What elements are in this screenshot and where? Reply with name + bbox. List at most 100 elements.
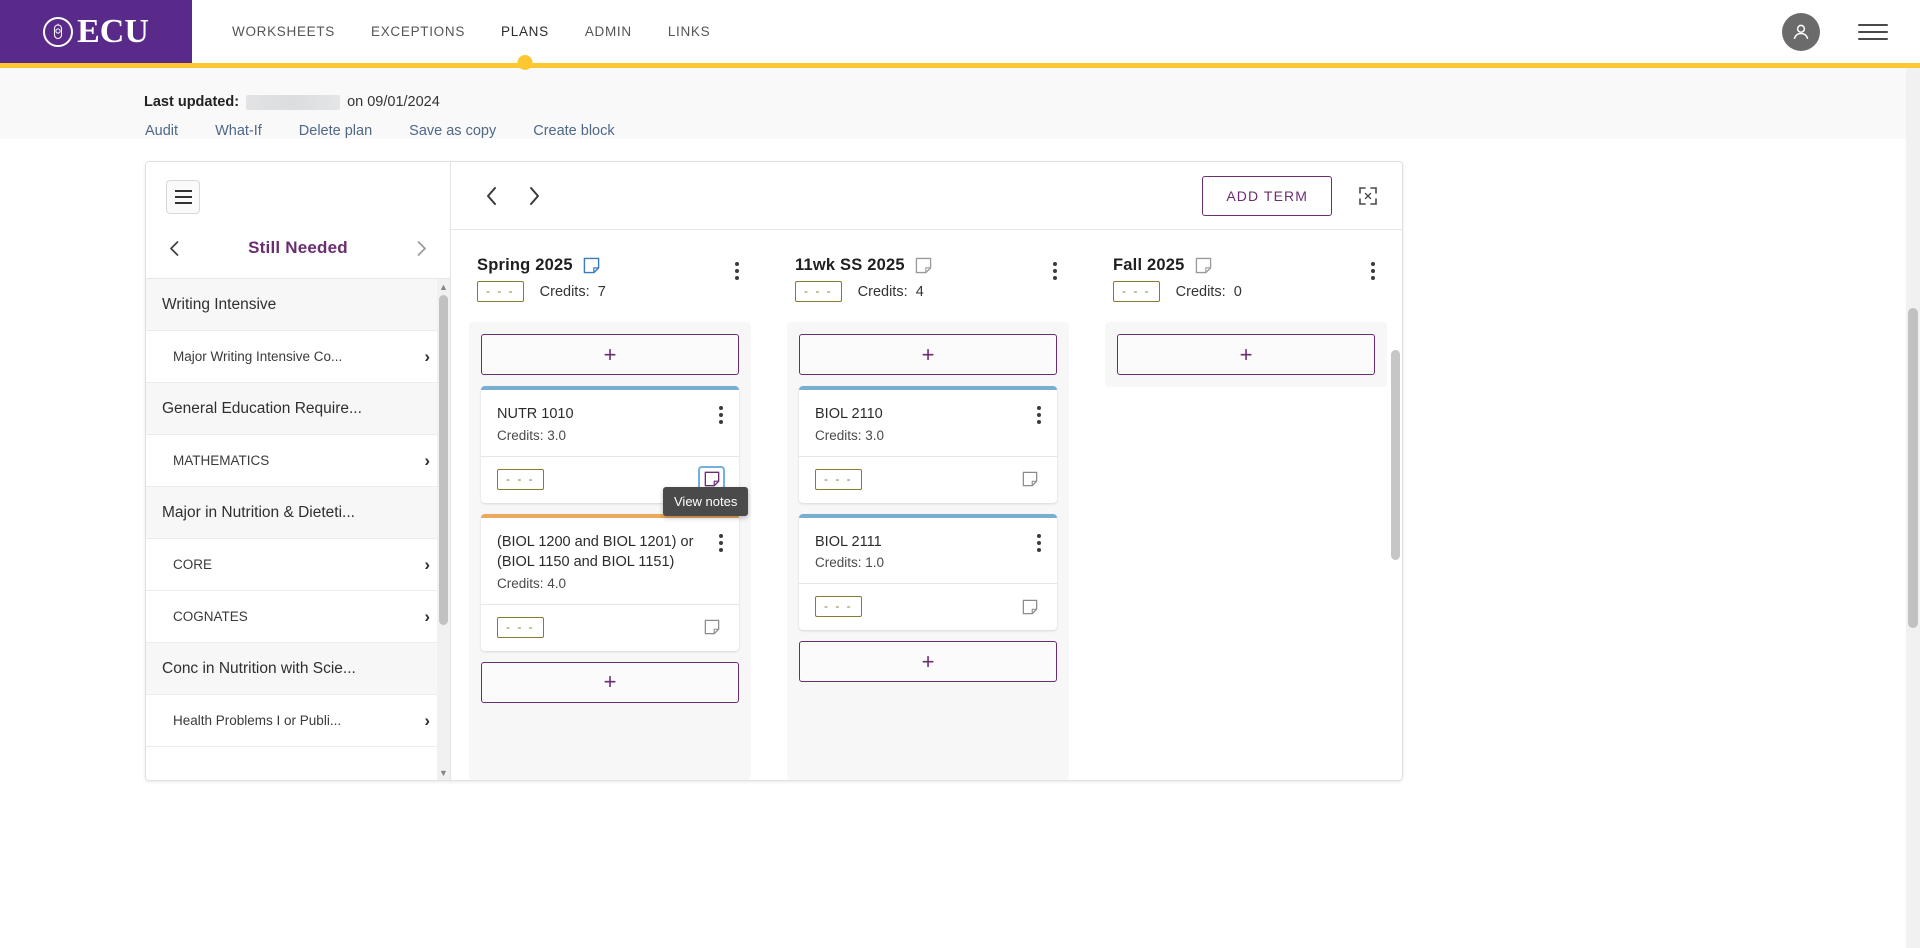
list-item[interactable]: COGNATES › (146, 591, 450, 643)
term-grade-placeholder[interactable]: - - - (1113, 281, 1160, 302)
hamburger-menu-icon[interactable] (1854, 20, 1892, 44)
chevron-right-icon[interactable]: › (424, 608, 430, 625)
audit-link[interactable]: Audit (145, 123, 178, 139)
term-header-left: Spring 2025 - - - Credits: 7 (477, 256, 727, 302)
plan-action-links: Audit What-If Delete plan Save as copy C… (0, 123, 1920, 139)
term-credits-row: - - - Credits: 4 (795, 281, 1045, 302)
scroll-up-arrow-icon[interactable]: ▲ (439, 281, 448, 292)
nav-item-admin[interactable]: ADMIN (567, 0, 650, 63)
terms-container: Spring 2025 - - - Credits: 7 + NUTR 1010… (451, 230, 1402, 780)
list-item[interactable]: General Education Require... (146, 383, 450, 435)
add-course-button-top[interactable]: + (481, 334, 739, 375)
scrollbar-thumb[interactable] (439, 295, 448, 625)
term-grade-placeholder[interactable]: - - - (795, 281, 842, 302)
chevron-right-icon[interactable] (521, 183, 547, 209)
scrollbar-thumb[interactable] (1908, 308, 1918, 628)
chevron-right-icon[interactable]: › (424, 348, 430, 365)
nav-item-links[interactable]: LINKS (650, 0, 729, 63)
course-grade-placeholder[interactable]: - - - (815, 596, 862, 618)
sidebar-scrollbar[interactable]: ▲ ▼ (437, 279, 450, 780)
terms-scrollbar[interactable] (1391, 350, 1400, 774)
list-item[interactable]: Major Writing Intensive Co... › (146, 331, 450, 383)
course-grade-placeholder[interactable]: - - - (497, 616, 544, 638)
top-bar-right-controls (1782, 0, 1920, 63)
scroll-down-arrow-icon[interactable]: ▼ (439, 767, 448, 778)
last-updated-line: Last updated: on 09/01/2024 (0, 94, 1920, 110)
term-credits: Credits: 4 (857, 283, 924, 300)
term-column: Fall 2025 - - - Credits: 0 + (1087, 256, 1402, 780)
list-item[interactable]: Writing Intensive (146, 279, 450, 331)
planner-toolbar: ADD TERM (451, 162, 1402, 230)
term-header: Spring 2025 - - - Credits: 7 (469, 256, 751, 302)
sticky-note-icon[interactable] (1016, 593, 1043, 620)
ecu-wordmark: ECU (77, 12, 149, 50)
page-scrollbar[interactable] (1906, 68, 1920, 948)
sticky-note-icon[interactable] (915, 257, 932, 274)
add-course-button-bottom[interactable]: + (799, 641, 1057, 683)
chevron-right-icon[interactable]: › (424, 556, 430, 573)
add-course-button-top[interactable]: + (799, 334, 1057, 375)
course-credits: Credits: 3.0 (815, 427, 885, 443)
chevron-left-icon[interactable] (166, 239, 183, 258)
sidebar-item-label: Writing Intensive (162, 295, 277, 313)
course-card[interactable]: (BIOL 1200 and BIOL 1201) or (BIOL 1150 … (481, 513, 739, 651)
course-grade-placeholder[interactable]: - - - (497, 468, 544, 490)
term-title: Fall 2025 (1113, 256, 1185, 274)
what-if-link[interactable]: What-If (215, 123, 262, 139)
chevron-right-icon[interactable]: › (424, 712, 430, 729)
chevron-left-icon[interactable] (479, 183, 505, 209)
chevron-right-icon[interactable]: › (424, 452, 430, 469)
expand-fullscreen-icon[interactable] (1358, 186, 1378, 206)
add-course-button-bottom[interactable]: + (481, 661, 739, 703)
sidebar-item-label: Conc in Nutrition with Scie... (162, 659, 356, 677)
term-column: Spring 2025 - - - Credits: 7 + NUTR 1010… (451, 256, 769, 780)
course-card-footer: - - - (481, 603, 739, 651)
course-credits: Credits: 1.0 (815, 555, 885, 571)
add-course-button-top[interactable]: + (1117, 334, 1375, 375)
course-card-main: BIOL 2111 Credits: 1.0 (799, 518, 1057, 584)
kebab-menu-icon[interactable] (1029, 404, 1043, 426)
ecu-logo[interactable]: ECU (0, 0, 192, 63)
course-title: (BIOL 1200 and BIOL 1201) or (BIOL 1150 … (497, 533, 694, 571)
list-item[interactable]: Health Problems I or Publi... › (146, 695, 450, 747)
list-item[interactable]: Conc in Nutrition with Scie... (146, 643, 450, 695)
course-card[interactable]: NUTR 1010 Credits: 3.0 - - - (481, 386, 739, 503)
user-avatar-icon[interactable] (1782, 12, 1820, 51)
add-term-button[interactable]: ADD TERM (1202, 175, 1332, 216)
nav-item-exceptions[interactable]: EXCEPTIONS (353, 0, 483, 63)
toolbar-right: ADD TERM (1202, 175, 1378, 216)
sticky-note-icon[interactable] (1016, 466, 1043, 493)
course-card[interactable]: BIOL 2110 Credits: 3.0 - - - (799, 386, 1057, 503)
create-block-link[interactable]: Create block (533, 123, 614, 139)
sticky-note-icon[interactable] (1195, 257, 1212, 274)
kebab-menu-icon[interactable] (711, 404, 725, 426)
nav-item-plans[interactable]: PLANS (483, 0, 567, 63)
list-item[interactable]: Major in Nutrition & Dieteti... (146, 487, 450, 539)
kebab-menu-icon[interactable] (1029, 532, 1043, 554)
course-card[interactable]: BIOL 2111 Credits: 1.0 - - - (799, 513, 1057, 631)
save-as-copy-link[interactable]: Save as copy (409, 123, 496, 139)
course-card-main: NUTR 1010 Credits: 3.0 (481, 390, 739, 456)
delete-plan-link[interactable]: Delete plan (299, 123, 372, 139)
scrollbar-thumb[interactable] (1391, 350, 1400, 560)
sidebar-item-label: MATHEMATICS (173, 453, 270, 468)
course-grade-placeholder[interactable]: - - - (815, 468, 862, 490)
kebab-menu-icon[interactable] (1045, 256, 1065, 286)
sidebar-toolbar (146, 162, 450, 214)
term-title-row: Spring 2025 (477, 256, 727, 275)
sticky-note-icon[interactable] (583, 257, 600, 274)
kebab-menu-icon[interactable] (711, 532, 725, 554)
term-header-left: 11wk SS 2025 - - - Credits: 4 (795, 256, 1045, 302)
kebab-menu-icon[interactable] (727, 256, 747, 286)
kebab-menu-icon[interactable] (1363, 256, 1383, 286)
term-grade-placeholder[interactable]: - - - (477, 281, 524, 302)
hamburger-icon[interactable] (166, 180, 200, 214)
sticky-note-icon[interactable] (698, 614, 725, 641)
list-item[interactable]: CORE › (146, 539, 450, 591)
chevron-right-icon[interactable] (413, 239, 430, 258)
term-nav-arrows (479, 183, 547, 209)
course-title: BIOL 2111 (815, 533, 882, 550)
term-credits-row: - - - Credits: 0 (1113, 281, 1363, 302)
nav-item-worksheets[interactable]: WORKSHEETS (214, 0, 353, 63)
list-item[interactable]: MATHEMATICS › (146, 435, 450, 487)
